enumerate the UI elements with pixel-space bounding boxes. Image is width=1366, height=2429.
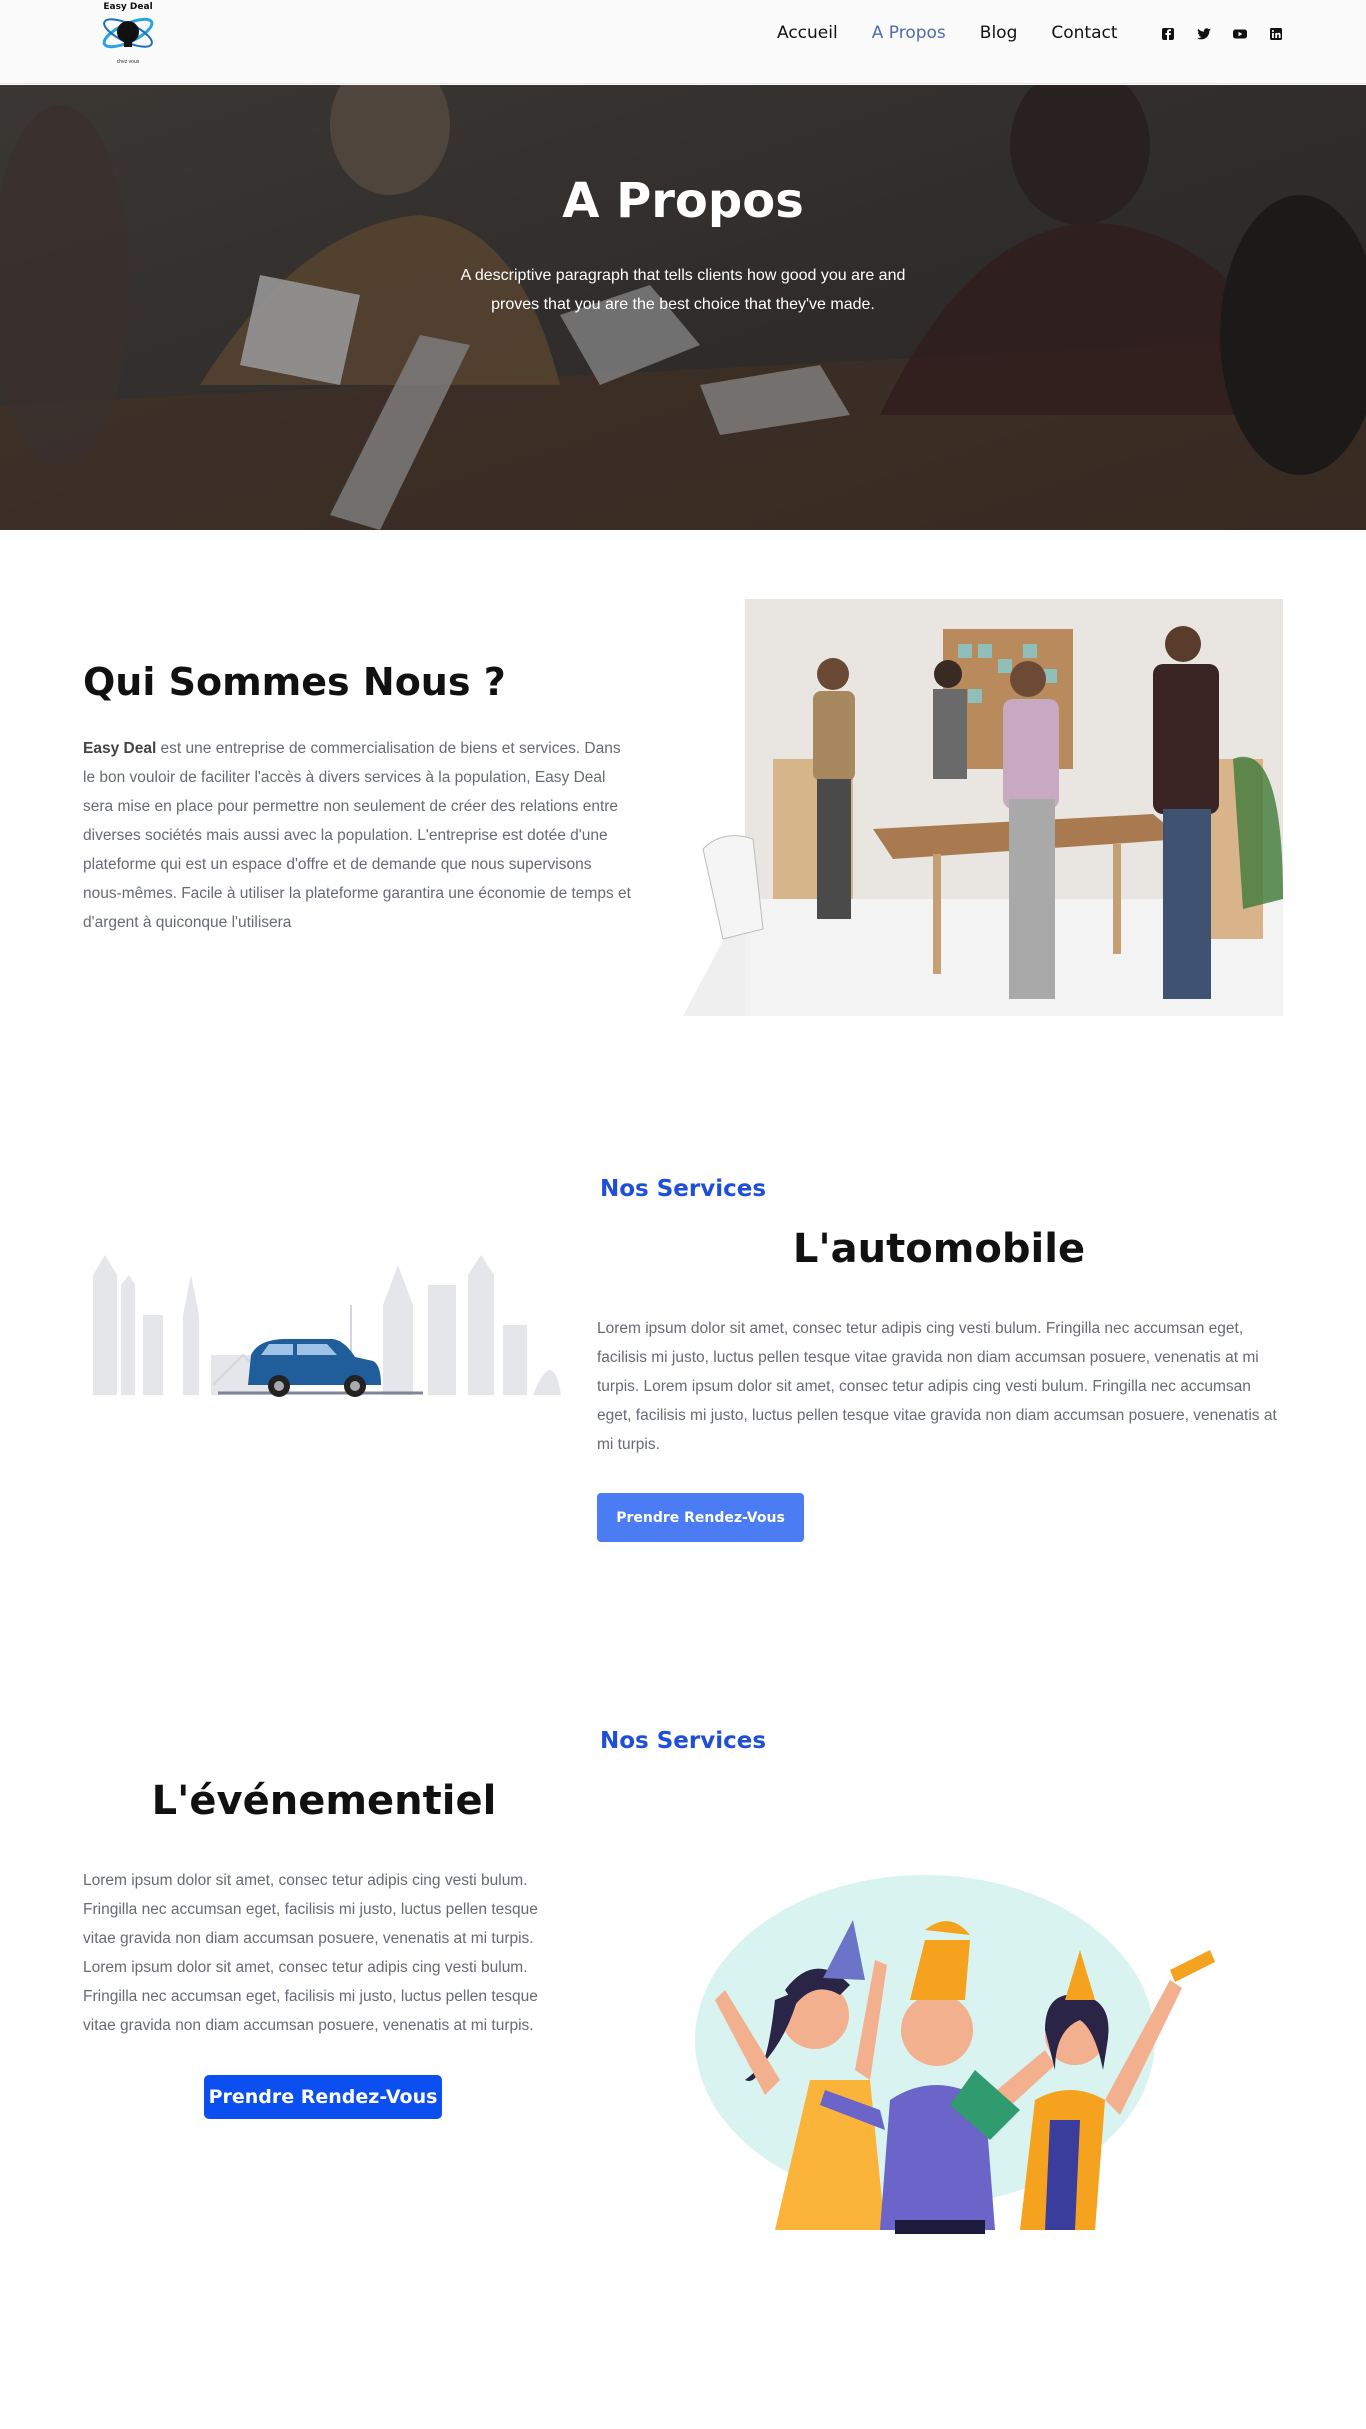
page: Easy Deal chez vous Accueil A Propos Blo… [0,0,1366,2429]
team-photo [683,599,1283,1016]
about-title: Qui Sommes Nous ? [83,660,506,704]
services-label-2: Nos Services [599,1728,767,1754]
service-text-evenementiel: Lorem ipsum dolor sit amet, consec tetur… [83,1872,538,2034]
social-links [1160,26,1284,42]
twitter-icon[interactable] [1196,26,1212,42]
service-title-automobile: L'automobile [792,1226,1086,1272]
hero-banner: A Propos A descriptive paragraph that te… [0,85,1366,530]
logo[interactable]: Easy Deal chez vous [93,2,163,65]
nav-blog[interactable]: Blog [980,20,1018,46]
logo-icon [102,17,154,49]
about-text: Easy Deal est une entreprise de commerci… [83,734,633,937]
nav-a-propos[interactable]: A Propos [872,20,946,46]
appointment-button-automobile[interactable]: Prendre Rendez-Vous [597,1493,804,1542]
main-nav: Accueil A Propos Blog Contact [777,20,1118,46]
party-illustration [695,1875,1215,2234]
facebook-icon[interactable] [1160,26,1176,42]
about-brand: Easy Deal [83,740,157,757]
nav-accueil[interactable]: Accueil [777,20,838,46]
linkedin-icon[interactable] [1268,26,1284,42]
hero-subtitle: A descriptive paragraph that tells clien… [460,267,906,313]
logo-tagline: chez vous [116,59,140,65]
city-car-illustration [93,1255,561,1397]
team-photo-illustration [683,599,1283,1016]
service-title-evenementiel: L'événementiel [151,1778,497,1824]
about-body: est une entreprise de commercialisation … [83,740,631,931]
site-header: Easy Deal chez vous Accueil A Propos Blo… [0,0,1366,84]
nav-contact[interactable]: Contact [1051,20,1117,46]
youtube-icon[interactable] [1232,26,1248,42]
appointment-button-evenementiel[interactable]: Prendre Rendez-Vous [204,2075,442,2119]
services-label-1: Nos Services [599,1176,767,1202]
logo-name: Easy Deal [103,2,153,12]
service-text-automobile: Lorem ipsum dolor sit amet, consec tetur… [597,1320,1277,1453]
hero-title: A Propos [562,173,804,229]
